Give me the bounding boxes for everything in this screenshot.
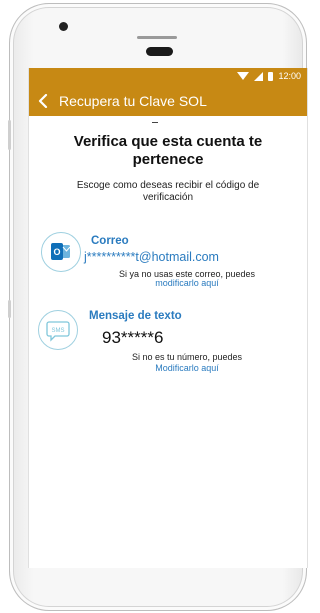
battery-icon — [268, 71, 274, 81]
page-title-line-2: pertenece — [132, 151, 204, 168]
clock: 12:00 — [278, 71, 301, 81]
front-camera — [59, 22, 68, 31]
email-address: j**********t@hotmail.com — [84, 250, 219, 264]
divider — [152, 122, 158, 123]
sms-option-title: Mensaje de texto — [89, 310, 182, 322]
sms-modify-link[interactable]: Modificarlo aquí — [127, 363, 247, 373]
email-option-title: Correo — [91, 235, 129, 247]
sms-icon-label: SMS — [51, 328, 64, 334]
outlook-icon: O — [41, 232, 81, 272]
signal-icon — [254, 71, 264, 81]
earpiece — [146, 47, 173, 56]
speaker-grille — [137, 36, 177, 39]
page-title: Verifica que esta cuenta te pertenece — [29, 133, 307, 169]
phone-screen: 12:00 Recupera tu Clave SOL Verifica que… — [28, 68, 308, 568]
chevron-left-icon[interactable] — [31, 85, 55, 116]
page-subtitle-line-2: verificación — [142, 192, 194, 203]
app-bar: Recupera tu Clave SOL — [29, 85, 307, 116]
page-title-line-1: Verifica que esta cuenta te — [73, 133, 263, 150]
option-email[interactable]: O Correo j**********t@hotmail.com Si ya … — [29, 220, 307, 300]
power-button — [8, 300, 11, 318]
sms-icon: SMS — [38, 310, 78, 350]
wifi-icon — [237, 72, 250, 80]
status-bar: 12:00 — [29, 68, 307, 85]
phone-number: 93*****6 — [102, 328, 164, 347]
page-subtitle: Escoge como deseas recibir el código de … — [39, 180, 297, 204]
sms-note: Si no es tu número, puedes — [131, 352, 243, 362]
outlook-icon-letter: O — [53, 247, 60, 257]
volume-button — [8, 120, 11, 150]
option-sms[interactable]: SMS Mensaje de texto 93*****6 Si no es t… — [29, 310, 307, 396]
page-subtitle-line-1: Escoge como deseas recibir el código de — [76, 180, 260, 191]
email-modify-link[interactable]: modificarlo aquí — [127, 278, 247, 288]
app-bar-title: Recupera tu Clave SOL — [59, 92, 207, 109]
